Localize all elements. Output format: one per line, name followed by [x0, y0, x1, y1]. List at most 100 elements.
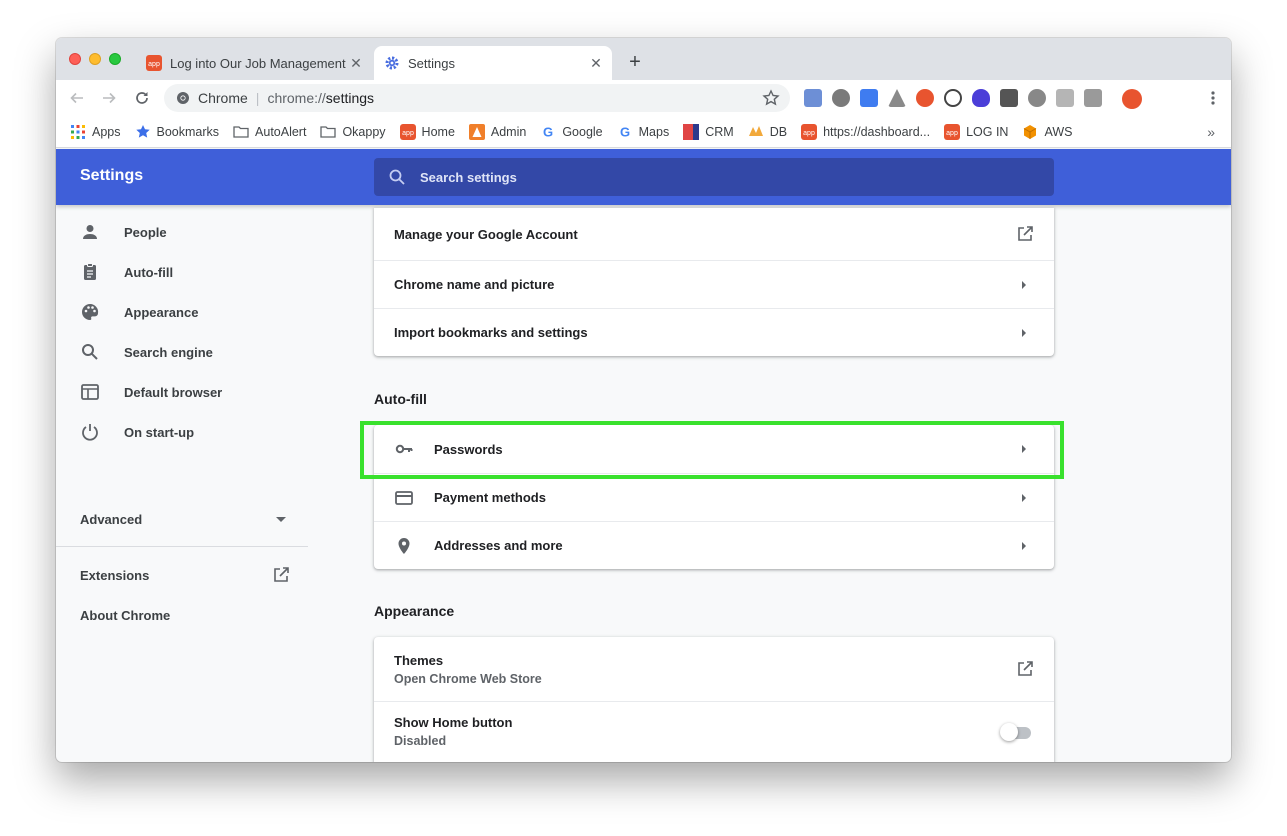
tab-title: Settings — [408, 55, 455, 71]
extension-11-icon[interactable] — [1084, 89, 1102, 107]
close-tab-icon[interactable]: ✕ — [346, 53, 366, 73]
pma-favicon-icon — [748, 125, 763, 136]
sidebar-item-on-startup[interactable]: On start-up — [56, 412, 308, 452]
bookmark-admin[interactable]: Admin — [468, 123, 526, 140]
credit-card-icon — [395, 490, 413, 505]
bookmarks-overflow-button[interactable]: » — [1207, 124, 1215, 140]
open-external-icon — [1018, 226, 1033, 241]
back-button[interactable] — [66, 87, 88, 109]
row-label: Addresses and more — [434, 538, 563, 553]
person-icon — [83, 225, 97, 239]
sidebar-item-autofill[interactable]: Auto-fill — [56, 252, 308, 292]
site-label: Chrome — [198, 90, 248, 106]
folder-icon — [320, 125, 337, 138]
google-icon: G — [620, 124, 630, 139]
arrow-right-icon — [1022, 445, 1026, 453]
maximize-window-button[interactable] — [109, 53, 121, 65]
extension-5-icon[interactable] — [916, 89, 934, 107]
search-icon — [389, 169, 405, 185]
settings-header: Settings Search settings — [56, 149, 1231, 205]
key-icon — [395, 444, 413, 454]
bookmark-star-icon[interactable] — [762, 89, 780, 107]
row-label: Show Home button — [394, 715, 513, 730]
bookmark-bookmarks[interactable]: Bookmarks — [135, 124, 219, 140]
home-button-row[interactable]: Show Home button Disabled — [374, 701, 1054, 762]
clipboard-icon — [84, 263, 96, 280]
bookmark-label: AutoAlert — [255, 124, 307, 139]
svg-text:app: app — [402, 130, 414, 137]
profile-avatar-icon[interactable] — [1122, 89, 1142, 109]
bookmark-label: Apps — [92, 124, 121, 139]
star-icon — [135, 124, 150, 138]
sidebar-item-label: People — [124, 224, 167, 240]
forward-button[interactable] — [98, 87, 120, 109]
chrome-name-picture-row[interactable]: Chrome name and picture — [374, 260, 1054, 308]
address-bar[interactable]: Chrome | chrome://settings — [164, 84, 790, 112]
bookmark-crm[interactable]: CRM — [683, 123, 734, 140]
sidebar-item-label: Auto-fill — [124, 264, 174, 280]
open-external-icon — [274, 567, 289, 582]
addresses-row[interactable]: Addresses and more — [374, 521, 1054, 569]
home-button-toggle[interactable] — [1000, 722, 1032, 742]
reload-button[interactable] — [131, 87, 153, 109]
toggle-knob — [1000, 723, 1018, 741]
bookmark-aws[interactable]: AWS — [1022, 124, 1072, 140]
row-sublabel: Open Chrome Web Store — [394, 671, 542, 686]
svg-text:G: G — [543, 124, 553, 139]
bookmark-google[interactable]: G Google — [540, 124, 602, 140]
aws-icon — [1024, 124, 1037, 139]
settings-search-field[interactable]: Search settings — [374, 158, 1054, 196]
bookmark-maps[interactable]: G Maps — [617, 124, 670, 140]
folder-icon — [233, 125, 249, 138]
bookmark-db[interactable]: DB — [748, 124, 787, 140]
extensions-label: Extensions — [80, 567, 150, 583]
themes-row[interactable]: Themes Open Chrome Web Store — [374, 637, 1054, 701]
bookmark-apps[interactable]: Apps — [70, 124, 121, 140]
row-label: Payment methods — [434, 490, 546, 505]
sidebar-item-search-engine[interactable]: Search engine — [56, 332, 308, 372]
search-placeholder: Search settings — [420, 169, 517, 185]
sidebar-item-about-chrome[interactable]: About Chrome — [80, 608, 290, 623]
extension-1-icon[interactable] — [804, 89, 822, 107]
bookmark-label: CRM — [705, 124, 734, 139]
bookmark-home[interactable]: app Home — [399, 123, 455, 140]
sidebar-item-default-browser[interactable]: Default browser — [56, 372, 308, 412]
tab-title: Log into Our Job Management — [170, 55, 346, 71]
bookmark-autoalert[interactable]: AutoAlert — [233, 124, 306, 140]
new-tab-button[interactable]: + — [624, 52, 646, 74]
tab-settings[interactable]: Settings ✕ — [374, 46, 612, 80]
close-tab-icon[interactable]: ✕ — [586, 53, 606, 73]
extension-10-icon[interactable] — [1056, 89, 1074, 107]
payment-methods-row[interactable]: Payment methods — [374, 473, 1054, 521]
bookmark-okappy[interactable]: Okappy — [320, 124, 386, 140]
extension-6-icon[interactable] — [944, 89, 962, 107]
bookmark-label: Maps — [638, 124, 670, 139]
extension-2-icon[interactable] — [832, 89, 850, 107]
row-label: Passwords — [434, 441, 503, 457]
autofill-card: Passwords Payment methods Addresses and … — [374, 425, 1054, 569]
row-label: Manage your Google Account — [394, 226, 578, 242]
extension-7-icon[interactable] — [972, 89, 990, 107]
app-favicon-icon: app — [399, 123, 416, 140]
arrow-right-icon — [1022, 329, 1026, 337]
drive-icon[interactable] — [888, 89, 906, 107]
tab-job-management[interactable]: app Log into Our Job Management ✕ — [136, 46, 372, 80]
more-vertical-icon[interactable] — [1205, 90, 1221, 106]
sidebar-item-appearance[interactable]: Appearance — [56, 292, 308, 332]
extension-3-icon[interactable] — [860, 89, 878, 107]
close-window-button[interactable] — [69, 53, 81, 65]
extension-8-icon[interactable] — [1000, 89, 1018, 107]
bookmark-log-in[interactable]: app LOG IN — [944, 123, 1008, 140]
bookmark-dashboard[interactable]: app https://dashboard... — [801, 123, 930, 140]
passwords-row[interactable]: Passwords — [374, 425, 1054, 473]
bookmark-label: Home — [421, 124, 455, 139]
minimize-window-button[interactable] — [89, 53, 101, 65]
sidebar-advanced-toggle[interactable]: Advanced — [80, 512, 286, 527]
location-pin-icon — [398, 537, 410, 554]
browser-window-icon — [81, 384, 99, 400]
sidebar-item-people[interactable]: People — [56, 212, 308, 252]
extension-9-icon[interactable] — [1028, 89, 1046, 107]
manage-google-account-row[interactable]: Manage your Google Account — [374, 208, 1054, 260]
sidebar-item-extensions[interactable]: Extensions — [80, 566, 290, 584]
import-bookmarks-row[interactable]: Import bookmarks and settings — [374, 308, 1054, 356]
